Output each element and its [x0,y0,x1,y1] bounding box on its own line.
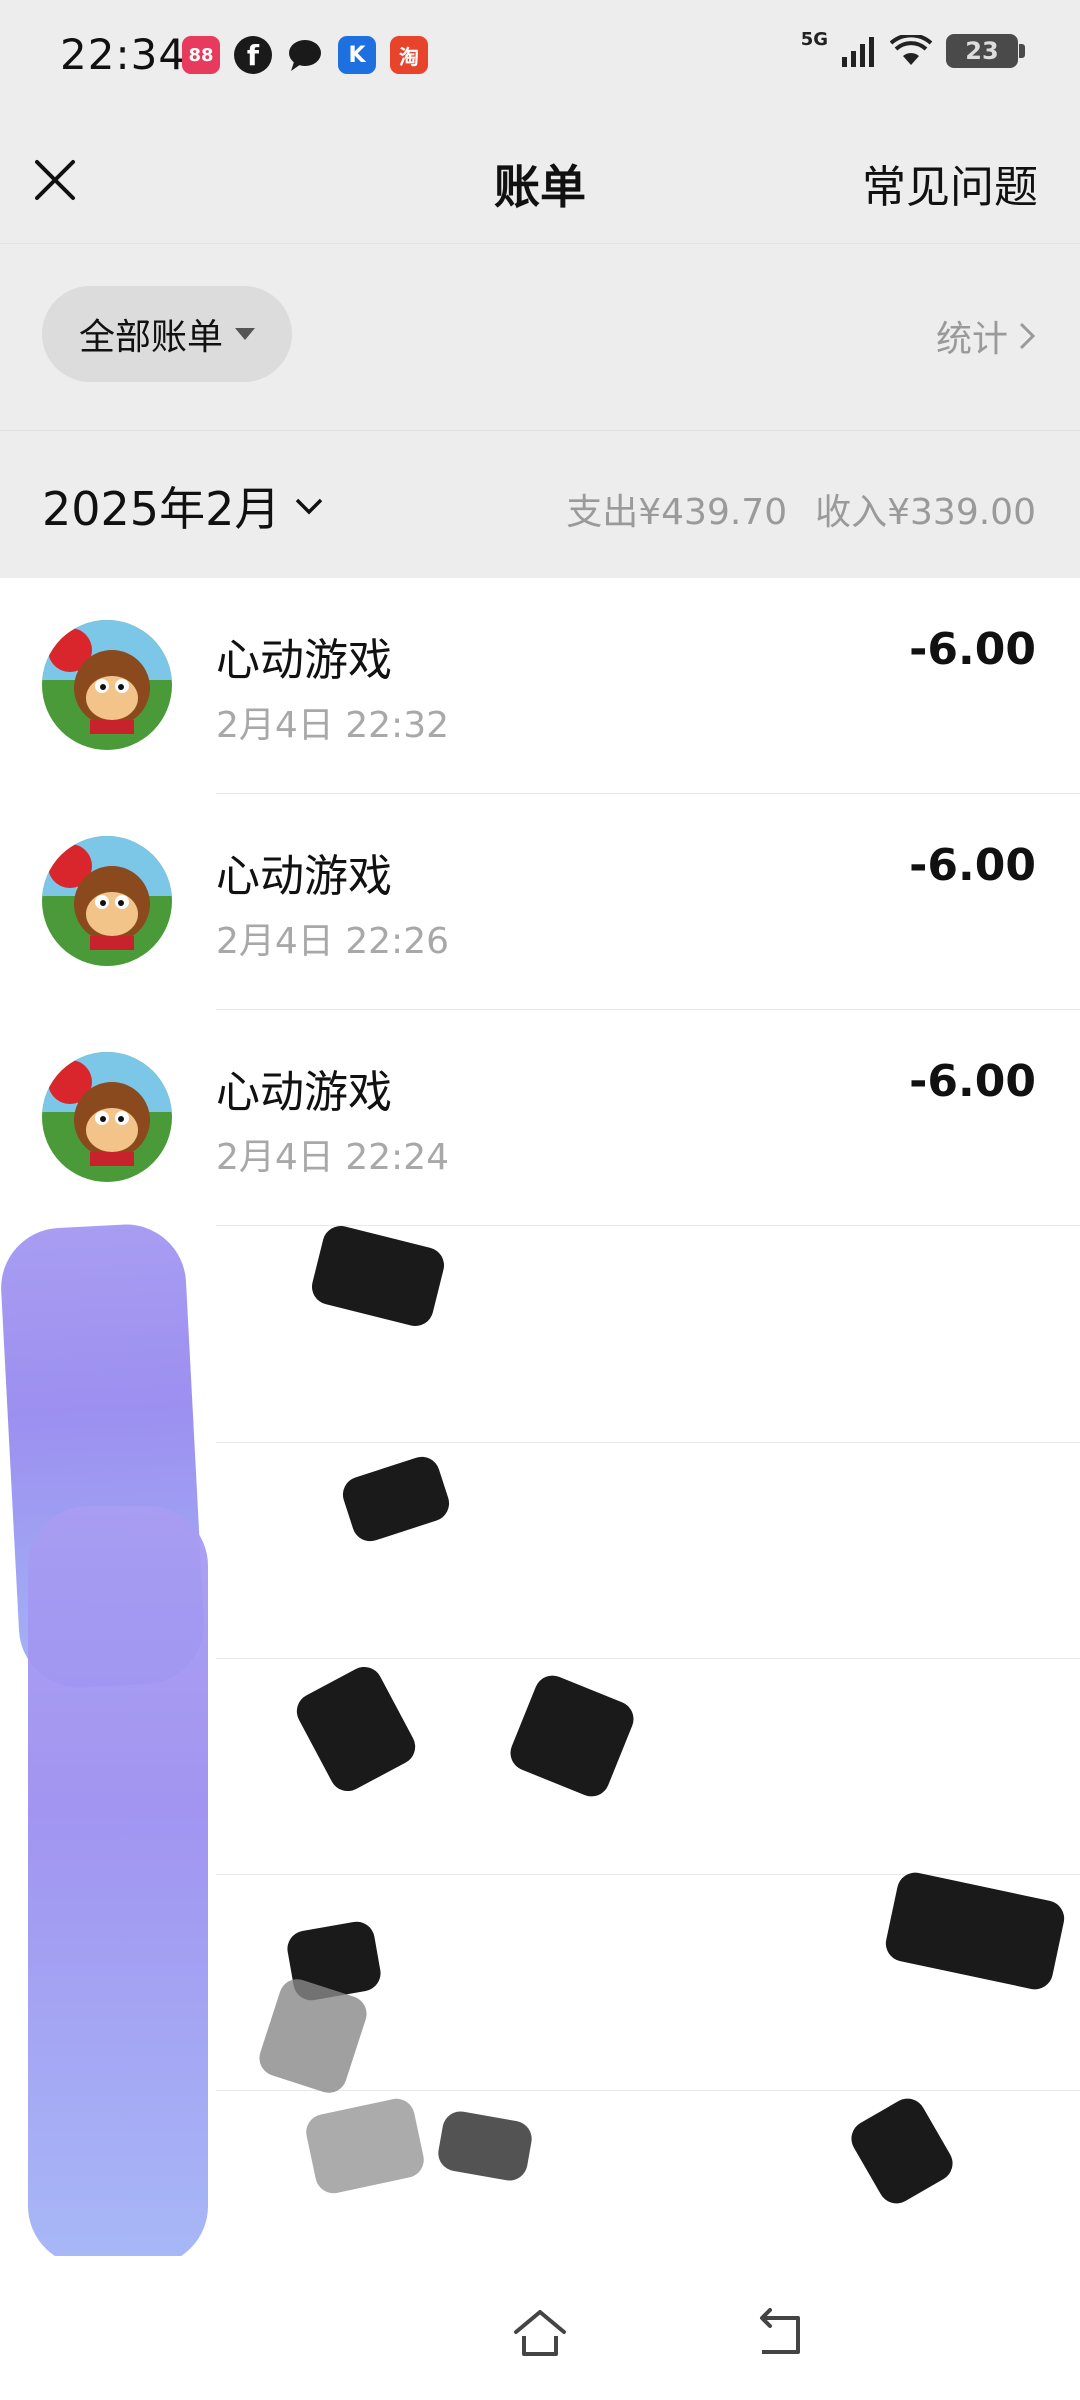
redaction-scribble [290,1660,422,1798]
transaction-name: 心动游戏 [216,1067,392,1118]
transaction-row[interactable]: 心动游戏 2月4日 22:26 -6.00 [0,794,1080,1010]
divider [216,1874,1080,1875]
income-total: 收入¥339.00 [815,492,1036,533]
taobao-icon: 淘 [390,36,428,74]
redaction-scribble [844,2092,960,2210]
status-notification-icons: 88 f K 淘 [182,36,428,74]
transaction-row[interactable]: 心动游戏 2月4日 22:32 -6.00 [0,578,1080,794]
redaction-scribble [435,2108,535,2184]
chat-bubble-icon [286,36,324,74]
month-label: 2025年2月 [42,482,281,536]
redaction-scribble [505,1670,639,1802]
game-avatar [42,836,172,966]
transaction-name: 心动游戏 [216,635,392,686]
facebook-icon: f [234,36,272,74]
divider [216,1442,1080,1443]
battery-icon: 23 [946,34,1025,68]
transaction-name: 心动游戏 [216,851,392,902]
redaction-blob [28,1506,208,2266]
month-summary: 支出¥439.70 收入¥339.00 [566,483,1036,535]
transaction-amount: -6.00 [909,624,1036,675]
chevron-down-icon [296,498,323,515]
stats-label: 统计 [935,319,1008,360]
faq-link[interactable]: 常见问题 [862,151,1038,215]
transaction-list: 心动游戏 2月4日 22:32 -6.00 心动游戏 2月4日 22:26 -6… [0,578,1080,1226]
header: 账单 常见问题 [0,115,1080,244]
redacted-area [0,1221,1080,2266]
back-icon[interactable] [752,2306,812,2360]
stats-link[interactable]: 统计 [936,310,1036,362]
signal-icon [842,37,874,67]
transaction-amount: -6.00 [909,1056,1036,1107]
status-time: 22:34 [60,30,187,79]
home-icon[interactable] [510,2306,570,2360]
transaction-amount: -6.00 [909,840,1036,891]
status-indicators: 5G 23 [801,29,1025,68]
filter-bar: 全部账单 统计 [0,244,1080,430]
app-red-icon: 88 [182,36,220,74]
game-avatar [42,620,172,750]
all-bills-label: 全部账单 [78,317,223,358]
wifi-icon [890,35,932,65]
system-nav-bar [0,2256,1080,2400]
redaction-scribble [882,1869,1068,1993]
chevron-right-icon [1019,322,1036,350]
battery-level: 23 [965,37,999,65]
divider [216,1658,1080,1659]
transaction-time: 2月4日 22:24 [216,1137,449,1178]
month-selector[interactable]: 2025年2月 [42,473,324,539]
k-app-icon: K [338,36,376,74]
expense-total: 支出¥439.70 [566,492,788,533]
redaction-scribble [302,2095,428,2197]
month-bar: 2025年2月 支出¥439.70 收入¥339.00 [0,430,1080,579]
status-bar: 22:34 88 f K 淘 5G 23 [0,0,1080,115]
transaction-time: 2月4日 22:26 [216,921,449,962]
network-label: 5G [800,28,828,50]
redaction-scribble [308,1222,448,1330]
divider [216,2090,1080,2091]
all-bills-filter-button[interactable]: 全部账单 [42,286,292,382]
caret-down-icon [235,328,255,340]
transaction-row[interactable]: 心动游戏 2月4日 22:24 -6.00 [0,1010,1080,1226]
redaction-scribble [338,1452,454,1546]
transaction-time: 2月4日 22:32 [216,705,449,746]
game-avatar [42,1052,172,1182]
